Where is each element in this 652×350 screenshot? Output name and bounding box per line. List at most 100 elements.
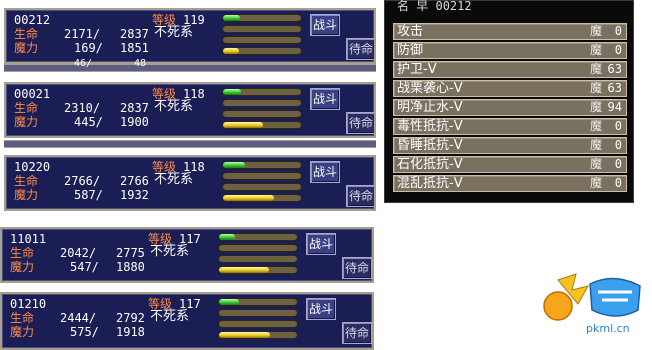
hp-label: 生命 (10, 246, 35, 260)
mp-bar-fill (223, 122, 263, 128)
fight-button[interactable]: 战斗 (310, 161, 340, 183)
pet-id: 00021 (14, 87, 51, 101)
skill-row[interactable]: 混乱抵抗-V 魔 0 (393, 175, 627, 192)
card-divider (4, 140, 376, 148)
hp-bar-fill (223, 89, 241, 95)
panel-header-label: 名 早 (397, 0, 429, 13)
skill-row[interactable]: 明净止水-V 魔 94 (393, 99, 627, 116)
standby-button[interactable]: 待命 (346, 112, 374, 134)
skill-row[interactable]: 昏睡抵抗-V 魔 0 (393, 137, 627, 154)
hp-label: 生命 (10, 311, 35, 325)
mp-current: 587/ (74, 188, 103, 202)
pet-id: 00212 (14, 13, 51, 27)
skill-name: 防御 (397, 43, 424, 58)
status-bar (218, 309, 298, 317)
hp-max: 2792 (116, 311, 145, 325)
standby-button[interactable]: 待命 (346, 185, 374, 207)
partial-mp-current: 46/ (74, 58, 93, 69)
pet-card: 11011 等级 117 生命 2042/ 2775 不死系 魔力 547/ 1… (0, 227, 374, 283)
pet-card: 00212 等级 119 生命 2171/ 2837 不死系 魔力 169/ 1… (4, 8, 376, 64)
mp-current: 547/ (70, 260, 99, 274)
hp-max: 2837 (120, 101, 149, 115)
skill-name: 攻击 (397, 24, 424, 39)
skill-row[interactable]: 护卫-V 魔 63 (393, 61, 627, 78)
mp-max: 1851 (120, 41, 149, 55)
standby-button[interactable]: 待命 (346, 38, 374, 60)
hp-current: 2444/ (60, 311, 97, 325)
fight-button[interactable]: 战斗 (306, 298, 336, 320)
mp-label: 魔力 (14, 188, 39, 202)
mp-current: 575/ (70, 325, 99, 339)
skill-row[interactable]: 攻击 魔 0 (393, 23, 627, 40)
mp-label: 魔力 (10, 325, 35, 339)
panel-header-id: 00212 (435, 0, 472, 13)
hp-bar-fill (223, 162, 245, 168)
mp-current: 169/ (74, 41, 103, 55)
skill-mana-tag: 魔 (589, 138, 602, 152)
pet-id: 01210 (10, 297, 47, 311)
mp-bar-fill (219, 332, 271, 338)
race-label: 不死系 (154, 25, 194, 40)
hp-max: 2837 (120, 27, 149, 41)
mp-current: 445/ (74, 115, 103, 129)
skill-mana-tag: 魔 (589, 24, 602, 38)
fight-button[interactable]: 战斗 (306, 233, 336, 255)
mp-bar-fill (223, 195, 275, 201)
skill-row[interactable]: 石化抵抗-V 魔 0 (393, 156, 627, 173)
race-label: 不死系 (154, 172, 194, 187)
skill-mana-tag: 魔 (589, 176, 602, 190)
standby-button[interactable]: 待命 (342, 322, 372, 344)
pet-card: 01210 等级 117 生命 2444/ 2792 不死系 魔力 575/ 1… (0, 292, 374, 350)
race-label: 不死系 (150, 309, 190, 324)
mp-label: 魔力 (14, 115, 39, 129)
skill-row[interactable]: 毒性抵抗-V 魔 0 (393, 118, 627, 135)
logo-mark (543, 273, 641, 321)
status-bar-2 (218, 255, 298, 263)
status-bar (222, 25, 302, 33)
skill-name: 昏睡抵抗-V (397, 138, 463, 153)
skill-mana-tag: 魔 (589, 62, 602, 76)
status-bar-2 (222, 110, 302, 118)
status-bar (218, 244, 298, 252)
mp-bar (222, 121, 302, 129)
fight-button[interactable]: 战斗 (310, 14, 340, 36)
hp-bar-fill (223, 15, 241, 21)
skill-mana-tag: 魔 (589, 100, 602, 114)
skill-value: 0 (614, 119, 622, 133)
partial-card-strip: 46/ 48 (4, 58, 376, 72)
skill-mana-tag: 魔 (589, 43, 602, 57)
skill-panel: 名 早 00212 攻击魔 0 防御魔 0 护卫-V 魔 63 战栗袭心-V 魔 63 明净止水-V… (384, 0, 634, 203)
hp-max: 2766 (120, 174, 149, 188)
standby-button[interactable]: 待命 (342, 257, 372, 279)
race-label: 不死系 (150, 244, 190, 259)
hp-bar (222, 14, 302, 22)
skill-row[interactable]: 防御 魔 0 (393, 42, 627, 59)
hp-current: 2171/ (64, 27, 101, 41)
hp-bar (218, 298, 298, 306)
mp-bar (218, 331, 298, 339)
skill-value: 94 (607, 100, 622, 114)
pet-id: 10220 (14, 160, 51, 174)
site-logo: pkml.cn (528, 270, 648, 340)
skill-value: 0 (614, 24, 622, 38)
skill-mana-tag: 魔 (589, 119, 602, 133)
skill-mana-tag: 魔 (589, 157, 602, 171)
skill-value: 0 (614, 176, 622, 190)
status-bar (222, 172, 302, 180)
skill-name: 毒性抵抗-V (397, 119, 463, 134)
mp-max: 1880 (116, 260, 145, 274)
hp-current: 2310/ (64, 101, 101, 115)
hp-current: 2766/ (64, 174, 101, 188)
fight-button[interactable]: 战斗 (310, 88, 340, 110)
mp-bar (222, 47, 302, 55)
site-url: pkml.cn (586, 322, 630, 335)
skill-row[interactable]: 战栗袭心-V 魔 63 (393, 80, 627, 97)
hp-label: 生命 (14, 174, 39, 188)
hp-max: 2775 (116, 246, 145, 260)
mp-label: 魔力 (10, 260, 35, 274)
hp-bar (222, 88, 302, 96)
mp-label: 魔力 (14, 41, 39, 55)
mp-bar-fill (219, 267, 269, 273)
status-bar-2 (218, 320, 298, 328)
skill-value: 0 (614, 43, 622, 57)
